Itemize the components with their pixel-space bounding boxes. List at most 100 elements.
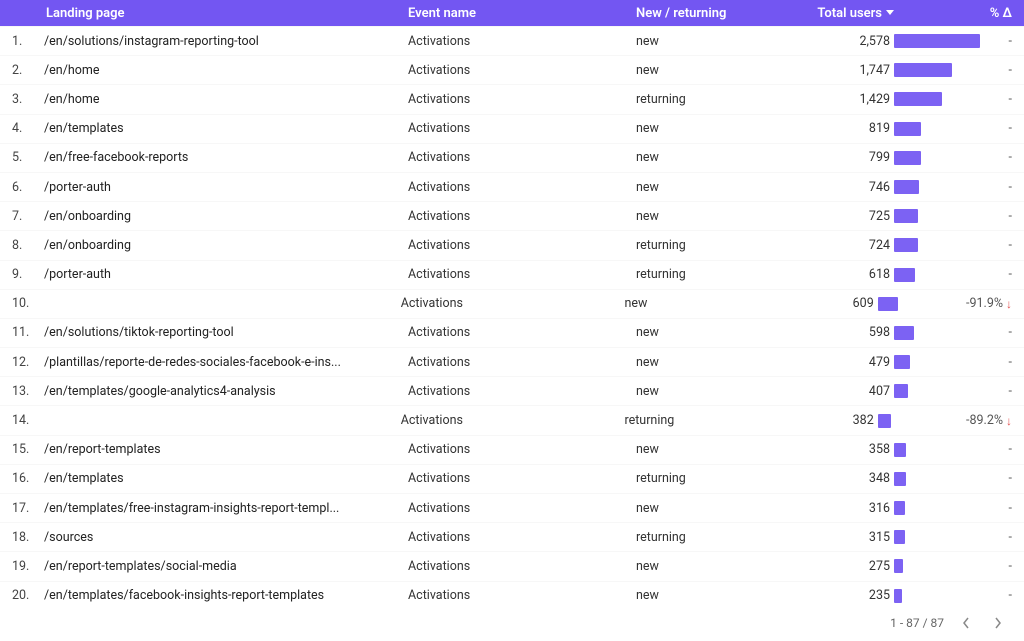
table-row[interactable]: 8. /en/onboarding Activations returning … (0, 230, 1024, 259)
pct-delta-value: - (1009, 238, 1012, 253)
table-row[interactable]: 12. /plantillas/reporte-de-redes-sociale… (0, 347, 1024, 376)
col-landing-page[interactable]: Landing page (44, 6, 408, 21)
event-name-cell: Activations (408, 471, 636, 486)
row-index: 7. (0, 209, 44, 224)
pct-delta-cell: -91.9%↓ (966, 296, 1024, 311)
row-index: 15. (0, 442, 44, 457)
landing-page-cell: /en/solutions/instagram-reporting-tool (44, 34, 408, 49)
row-index: 3. (0, 92, 44, 107)
event-name-cell: Activations (408, 325, 636, 340)
row-index: 16. (0, 471, 44, 486)
table-row[interactable]: 15. /en/report-templates Activations new… (0, 435, 1024, 464)
total-users-cell: 382 (774, 413, 878, 428)
pct-delta-cell: - (984, 92, 1024, 107)
pct-delta-cell: - (984, 150, 1024, 165)
landing-page-cell: /en/home (44, 92, 408, 107)
row-index: 5. (0, 150, 44, 165)
table-row[interactable]: 14. Activations returning 382 -89.2%↓ (0, 405, 1024, 434)
col-pct-delta[interactable]: % Δ (984, 6, 1024, 21)
col-new-returning-label: New / returning (636, 6, 726, 21)
bar-cell (894, 207, 984, 225)
table-row[interactable]: 11. /en/solutions/tiktok-reporting-tool … (0, 318, 1024, 347)
row-index: 9. (0, 267, 44, 282)
bar-fill (878, 414, 891, 428)
table-body: 1. /en/solutions/instagram-reporting-too… (0, 26, 1024, 641)
bar-cell (894, 120, 984, 138)
bar-fill (894, 92, 942, 106)
pct-delta-value: - (1009, 209, 1012, 224)
pct-delta-cell: - (984, 530, 1024, 545)
total-users-cell: 275 (788, 559, 894, 574)
table-row[interactable]: 2. /en/home Activations new 1,747 - (0, 55, 1024, 84)
table-row[interactable]: 20. /en/templates/facebook-insights-repo… (0, 581, 1024, 610)
pct-delta-value: - (1009, 34, 1012, 49)
bar-cell (894, 32, 984, 50)
table-row[interactable]: 9. /porter-auth Activations returning 61… (0, 260, 1024, 289)
new-returning-cell: new (636, 588, 788, 603)
prev-page-button[interactable] (956, 613, 976, 633)
table-row[interactable]: 5. /en/free-facebook-reports Activations… (0, 143, 1024, 172)
new-returning-cell: new (636, 384, 788, 399)
event-name-cell: Activations (408, 355, 636, 370)
landing-page-cell: /en/templates/free-instagram-insights-re… (44, 501, 408, 516)
pct-delta-cell: - (984, 121, 1024, 136)
table-row[interactable]: 16. /en/templates Activations returning … (0, 464, 1024, 493)
table-row[interactable]: 4. /en/templates Activations new 819 - (0, 114, 1024, 143)
pct-delta-value: -89.2% (966, 413, 1003, 428)
pct-delta-value: - (1009, 384, 1012, 399)
bar-fill (894, 559, 903, 573)
col-total-users[interactable]: Total users (788, 6, 894, 21)
new-returning-cell: new (636, 209, 788, 224)
table-row[interactable]: 19. /en/report-templates/social-media Ac… (0, 551, 1024, 580)
event-name-cell: Activations (408, 92, 636, 107)
bar-fill (894, 122, 921, 136)
table-row[interactable]: 10. Activations new 609 -91.9%↓ (0, 289, 1024, 318)
chevron-left-icon (962, 617, 970, 629)
col-event-name-label: Event name (408, 6, 476, 21)
pct-delta-cell: - (984, 238, 1024, 253)
event-name-cell: Activations (401, 413, 625, 428)
bar-fill (894, 326, 914, 340)
col-pct-delta-label: % Δ (990, 6, 1012, 21)
table-row[interactable]: 17. /en/templates/free-instagram-insight… (0, 493, 1024, 522)
new-returning-cell: new (636, 121, 788, 136)
col-new-returning[interactable]: New / returning (636, 6, 788, 21)
new-returning-cell: returning (624, 413, 773, 428)
new-returning-cell: new (636, 325, 788, 340)
row-index: 12. (0, 355, 44, 370)
landing-page-cell: /en/report-templates (44, 442, 408, 457)
new-returning-cell: new (636, 501, 788, 516)
row-index: 6. (0, 180, 44, 195)
landing-page-cell: /porter-auth (44, 180, 408, 195)
row-index: 11. (0, 325, 44, 340)
pct-delta-value: -91.9% (966, 296, 1003, 311)
table-row[interactable]: 3. /en/home Activations returning 1,429 … (0, 84, 1024, 113)
event-name-cell: Activations (408, 209, 636, 224)
pct-delta-cell: -89.2%↓ (966, 413, 1024, 428)
total-users-cell: 724 (788, 238, 894, 253)
table-row[interactable]: 1. /en/solutions/instagram-reporting-too… (0, 26, 1024, 55)
landing-page-cell: /en/onboarding (44, 238, 408, 253)
pct-delta-value: - (1009, 471, 1012, 486)
new-returning-cell: new (636, 442, 788, 457)
bar-cell (894, 149, 984, 167)
table-header: Landing page Event name New / returning … (0, 0, 1024, 26)
next-page-button[interactable] (988, 613, 1008, 633)
landing-page-cell: /en/solutions/tiktok-reporting-tool (44, 325, 408, 340)
table-row[interactable]: 7. /en/onboarding Activations new 725 - (0, 201, 1024, 230)
pct-delta-value: - (1009, 92, 1012, 107)
bar-fill (894, 472, 906, 486)
col-event-name[interactable]: Event name (408, 6, 636, 21)
table-row[interactable]: 13. /en/templates/google-analytics4-anal… (0, 376, 1024, 405)
table-row[interactable]: 18. /sources Activations returning 315 - (0, 522, 1024, 551)
pct-delta-cell: - (984, 384, 1024, 399)
bar-cell (894, 441, 984, 459)
table-row[interactable]: 6. /porter-auth Activations new 746 - (0, 172, 1024, 201)
pct-delta-cell: - (984, 209, 1024, 224)
pct-delta-value: - (1009, 588, 1012, 603)
chevron-right-icon (994, 617, 1002, 629)
bar-cell (894, 382, 984, 400)
bar-fill (894, 443, 906, 457)
row-index: 13. (0, 384, 44, 399)
landing-page-cell: /en/templates (44, 121, 408, 136)
